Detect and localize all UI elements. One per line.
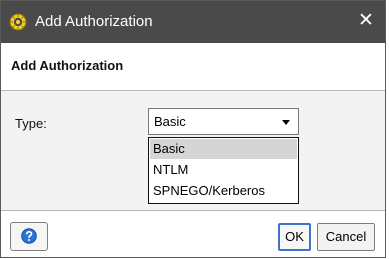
help-icon [21,228,37,244]
type-dropdown-list: Basic NTLM SPNEGO/Kerberos [148,137,299,204]
dialog-heading: Add Authorization [11,58,124,73]
ok-button[interactable]: OK [278,223,311,251]
type-select[interactable]: Basic [148,108,299,135]
authorization-form: Type: Basic Basic NTLM SPNEGO/Kerberos [1,91,385,210]
cancel-button[interactable]: Cancel [317,223,375,251]
window-title: Add Authorization [35,13,153,30]
help-button[interactable] [10,222,48,251]
close-button[interactable]: ✕ [355,10,377,32]
type-select-value: Basic [154,114,186,129]
type-option-ntlm[interactable]: NTLM [150,160,297,180]
chevron-down-icon [282,120,290,125]
add-authorization-dialog: Add Authorization ✕ Add Authorization Ty… [0,0,386,258]
type-option-basic[interactable]: Basic [150,139,297,159]
type-option-spnego-kerberos[interactable]: SPNEGO/Kerberos [150,181,297,201]
window-titlebar: Add Authorization ✕ [1,1,385,43]
gear-badge-icon [9,13,27,31]
dialog-header: Add Authorization [1,43,385,91]
dialog-footer: OK Cancel [1,210,385,257]
type-label: Type: [15,116,47,131]
